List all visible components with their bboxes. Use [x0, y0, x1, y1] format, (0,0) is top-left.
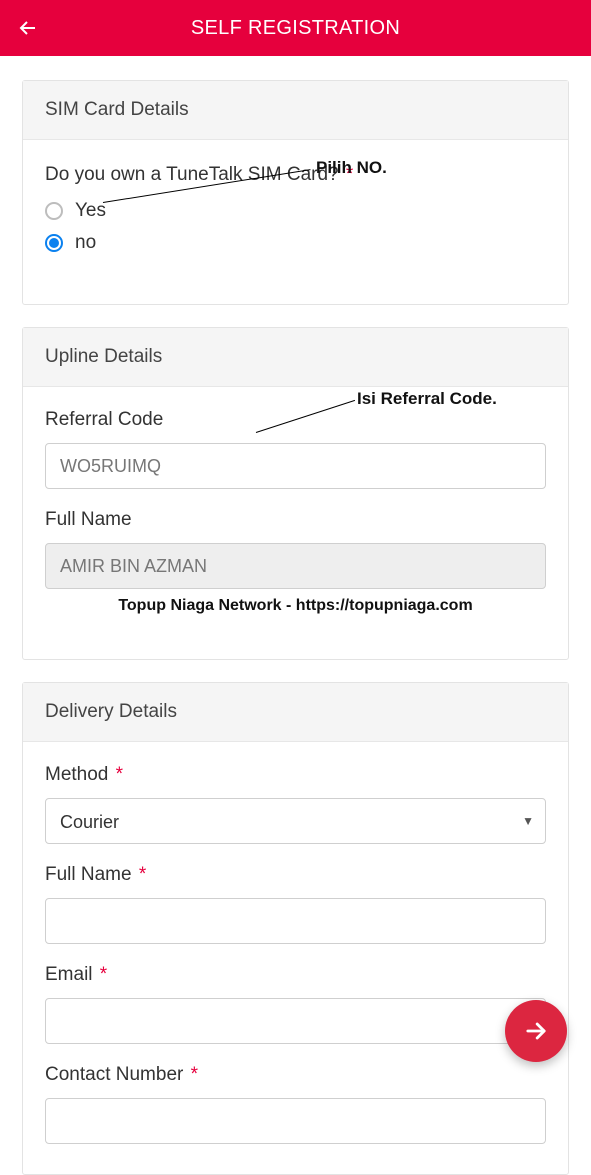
card-upline-details: Upline Details Isi Referral Code. Referr…: [22, 327, 569, 660]
required-asterisk: *: [100, 964, 107, 985]
label-contact-text: Contact Number: [45, 1064, 183, 1085]
label-method-text: Method: [45, 764, 108, 785]
back-arrow-icon[interactable]: [16, 16, 40, 40]
annotation-text-referral: Isi Referral Code.: [357, 389, 497, 409]
content-area: SIM Card Details Do you own a TuneTalk S…: [0, 56, 591, 1175]
page-title: SELF REGISTRATION: [191, 17, 400, 40]
sim-question: Do you own a TuneTalk SIM Card? *: [45, 164, 546, 186]
method-select[interactable]: Courier: [45, 798, 546, 844]
watermark-text: Topup Niaga Network - https://topupniaga…: [45, 597, 546, 615]
annotation-text-pilih-no: Pilih NO.: [316, 158, 387, 178]
card-body-upline: Isi Referral Code. Referral Code Full Na…: [23, 387, 568, 659]
label-upline-fullname: Full Name: [45, 509, 546, 531]
radio-selected-icon: [45, 234, 63, 252]
card-body-sim: Do you own a TuneTalk SIM Card? * Yes no…: [23, 140, 568, 304]
radio-circle-icon: [45, 202, 63, 220]
sim-question-text: Do you own a TuneTalk SIM Card?: [45, 164, 339, 185]
required-asterisk: *: [139, 864, 146, 885]
form-group-delivery-fullname: Full Name *: [45, 864, 546, 944]
next-fab-button[interactable]: [505, 1000, 567, 1062]
form-group-method: Method * Courier: [45, 764, 546, 844]
radio-option-no[interactable]: no: [45, 232, 546, 254]
label-email: Email *: [45, 964, 546, 986]
card-delivery-details: Delivery Details Method * Courier Full N…: [22, 682, 569, 1175]
required-asterisk: *: [191, 1064, 198, 1085]
upline-fullname-input: [45, 543, 546, 589]
method-select-wrap: Courier: [45, 798, 546, 844]
card-sim-details: SIM Card Details Do you own a TuneTalk S…: [22, 80, 569, 305]
arrow-right-icon: [522, 1017, 550, 1045]
radio-option-yes[interactable]: Yes: [45, 200, 546, 222]
referral-code-input[interactable]: [45, 443, 546, 489]
form-group-upline-fullname: Full Name: [45, 509, 546, 589]
contact-number-input[interactable]: [45, 1098, 546, 1144]
form-group-email: Email *: [45, 964, 546, 1044]
radio-label-yes: Yes: [75, 200, 106, 222]
label-method: Method *: [45, 764, 546, 786]
radio-label-no: no: [75, 232, 96, 254]
section-title-delivery: Delivery Details: [23, 683, 568, 742]
label-email-text: Email: [45, 964, 93, 985]
email-input[interactable]: [45, 998, 546, 1044]
label-contact-number: Contact Number *: [45, 1064, 546, 1086]
form-group-contact: Contact Number *: [45, 1064, 546, 1144]
form-group-referral: Referral Code: [45, 409, 546, 489]
delivery-fullname-input[interactable]: [45, 898, 546, 944]
label-delivery-fullname: Full Name *: [45, 864, 546, 886]
required-asterisk: *: [116, 764, 123, 785]
app-header: SELF REGISTRATION: [0, 0, 591, 56]
label-delivery-fullname-text: Full Name: [45, 864, 132, 885]
section-title-upline: Upline Details: [23, 328, 568, 387]
section-title-sim: SIM Card Details: [23, 81, 568, 140]
card-body-delivery: Method * Courier Full Name * Email *: [23, 742, 568, 1174]
